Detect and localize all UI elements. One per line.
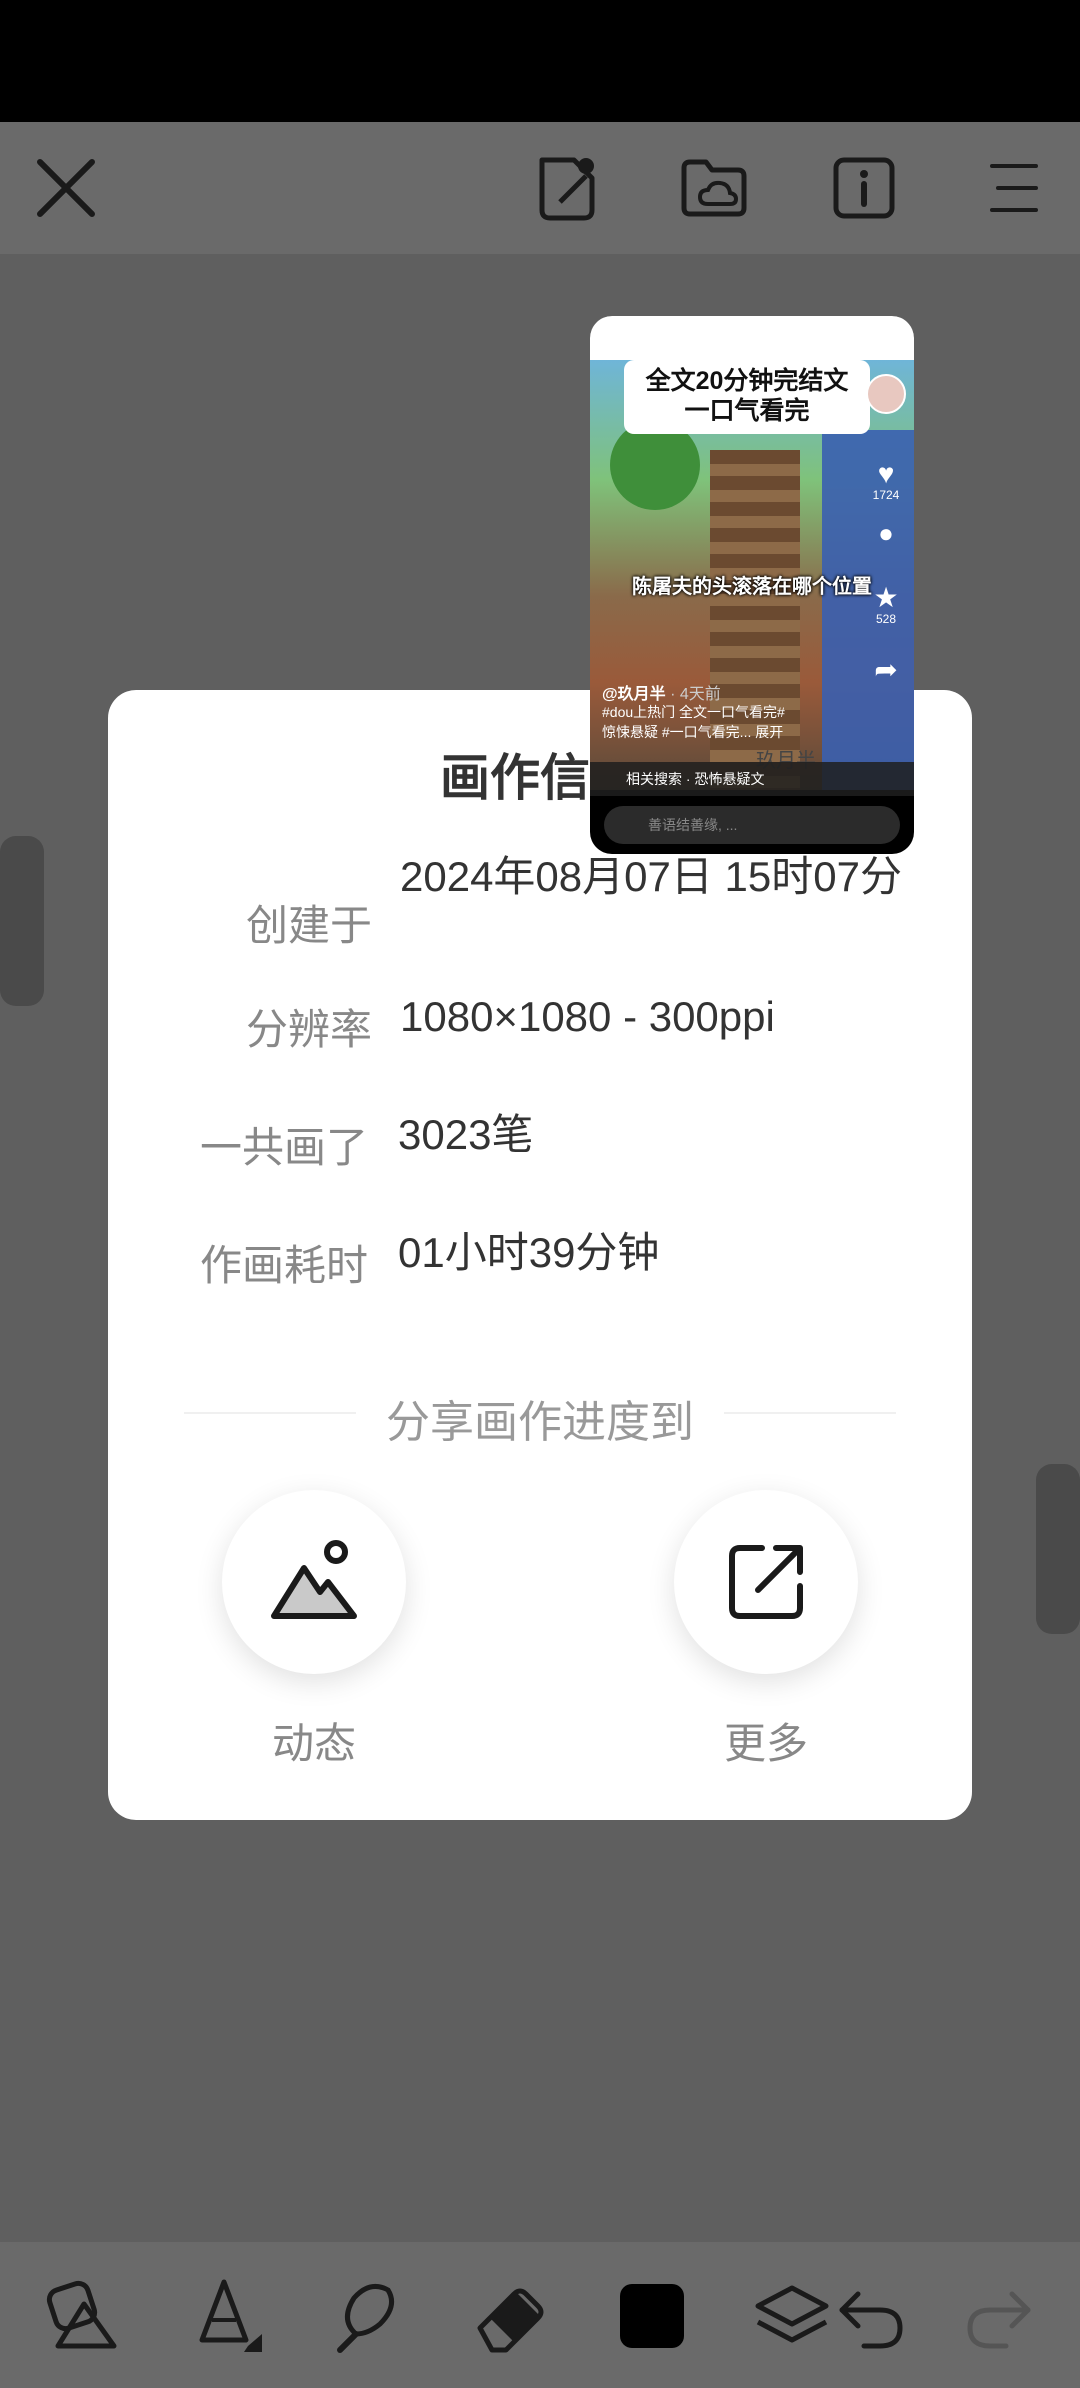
video-post-time: · 4天前 bbox=[670, 686, 721, 703]
star-icon: ★ bbox=[873, 582, 899, 613]
share-heading-text: 分享画作进度到 bbox=[356, 1398, 724, 1447]
strokes-value: 3023笔 bbox=[398, 1111, 534, 1158]
duration-label: 作画耗时 bbox=[199, 1242, 368, 1289]
like-count: 1724 bbox=[872, 488, 900, 502]
resolution-value: 1080×1080 - 300ppi bbox=[400, 993, 775, 1040]
share-video-button[interactable]: ➦ bbox=[866, 656, 906, 684]
share-moments-button[interactable] bbox=[222, 1490, 406, 1674]
favorite-count: 528 bbox=[875, 612, 897, 626]
favorite-button[interactable]: ★ 528 bbox=[866, 582, 906, 627]
video-window-header bbox=[590, 316, 914, 360]
artwork-info-dialog: 画作信息 创建于 2024年08月07日 15时07分 分辨率 1080×108… bbox=[108, 690, 972, 1820]
close-icon[interactable] bbox=[30, 152, 102, 224]
comment-input[interactable]: 善语结善缘, ... bbox=[604, 806, 900, 844]
share-moments-label: 动态 bbox=[271, 1720, 356, 1767]
video-tags-line1: #dou上热门 全文一口气看完# bbox=[602, 704, 785, 720]
redo-icon[interactable] bbox=[960, 2276, 1040, 2356]
status-bar bbox=[0, 0, 1080, 122]
undo-icon[interactable] bbox=[830, 2276, 910, 2356]
bottom-toolbar bbox=[0, 2242, 1080, 2388]
created-value: 2024年08月07日 15时07分 bbox=[400, 853, 902, 900]
comment-icon: ● bbox=[878, 518, 894, 548]
resolution-label: 分辨率 bbox=[245, 1006, 372, 1053]
share-arrow-icon: ➦ bbox=[874, 654, 898, 685]
folder-cloud-icon[interactable] bbox=[678, 152, 750, 224]
created-label: 创建于 bbox=[245, 902, 372, 949]
layers-icon[interactable] bbox=[752, 2276, 832, 2356]
comment-button[interactable]: ● bbox=[866, 520, 906, 546]
right-side-handle[interactable] bbox=[1036, 1464, 1080, 1634]
color-swatch-icon[interactable] bbox=[612, 2276, 692, 2356]
floating-video-window[interactable]: 全文20分钟完结文 一口气看完 陈屠夫的头滚落在哪个位置 ♥ 1724 ● ★ … bbox=[590, 316, 914, 854]
video-caption-line2: 一口气看完 bbox=[684, 397, 810, 425]
video-caption-line1: 全文20分钟完结文 bbox=[645, 367, 849, 395]
creator-avatar[interactable] bbox=[866, 374, 906, 414]
mountain-image-icon bbox=[271, 1540, 357, 1619]
video-tags-line2: 惊悚悬疑 #一口气看完... 展开 bbox=[602, 724, 784, 740]
video-frame[interactable]: 全文20分钟完结文 一口气看完 陈屠夫的头滚落在哪个位置 ♥ 1724 ● ★ … bbox=[590, 360, 914, 790]
shape-icon[interactable] bbox=[44, 2276, 124, 2356]
video-author-name: @玖月半 bbox=[602, 686, 666, 703]
left-side-handle[interactable] bbox=[0, 836, 44, 1006]
video-caption: 全文20分钟完结文 一口气看完 bbox=[624, 360, 870, 434]
share-more-button[interactable] bbox=[674, 1490, 858, 1674]
top-toolbar bbox=[0, 122, 1080, 254]
smudge-icon[interactable] bbox=[326, 2276, 406, 2356]
menu-icon[interactable] bbox=[978, 152, 1050, 224]
sticker-icon[interactable] bbox=[530, 152, 602, 224]
duration-value: 01小时39分钟 bbox=[398, 1229, 660, 1276]
strokes-label: 一共画了 bbox=[199, 1124, 368, 1171]
external-share-icon bbox=[729, 1545, 803, 1619]
video-author: @玖月半 · 4天前 bbox=[602, 680, 721, 704]
pen-icon[interactable] bbox=[184, 2276, 264, 2356]
like-button[interactable]: ♥ 1724 bbox=[866, 458, 906, 503]
related-search-bar[interactable]: 相关搜索 · 恐怖悬疑文 bbox=[590, 762, 914, 796]
eraser-icon[interactable] bbox=[470, 2276, 550, 2356]
share-heading: 分享画作进度到 bbox=[108, 1386, 972, 1450]
share-more-label: 更多 bbox=[723, 1720, 808, 1767]
info-icon[interactable] bbox=[828, 152, 900, 224]
heart-icon: ♥ bbox=[877, 458, 895, 489]
